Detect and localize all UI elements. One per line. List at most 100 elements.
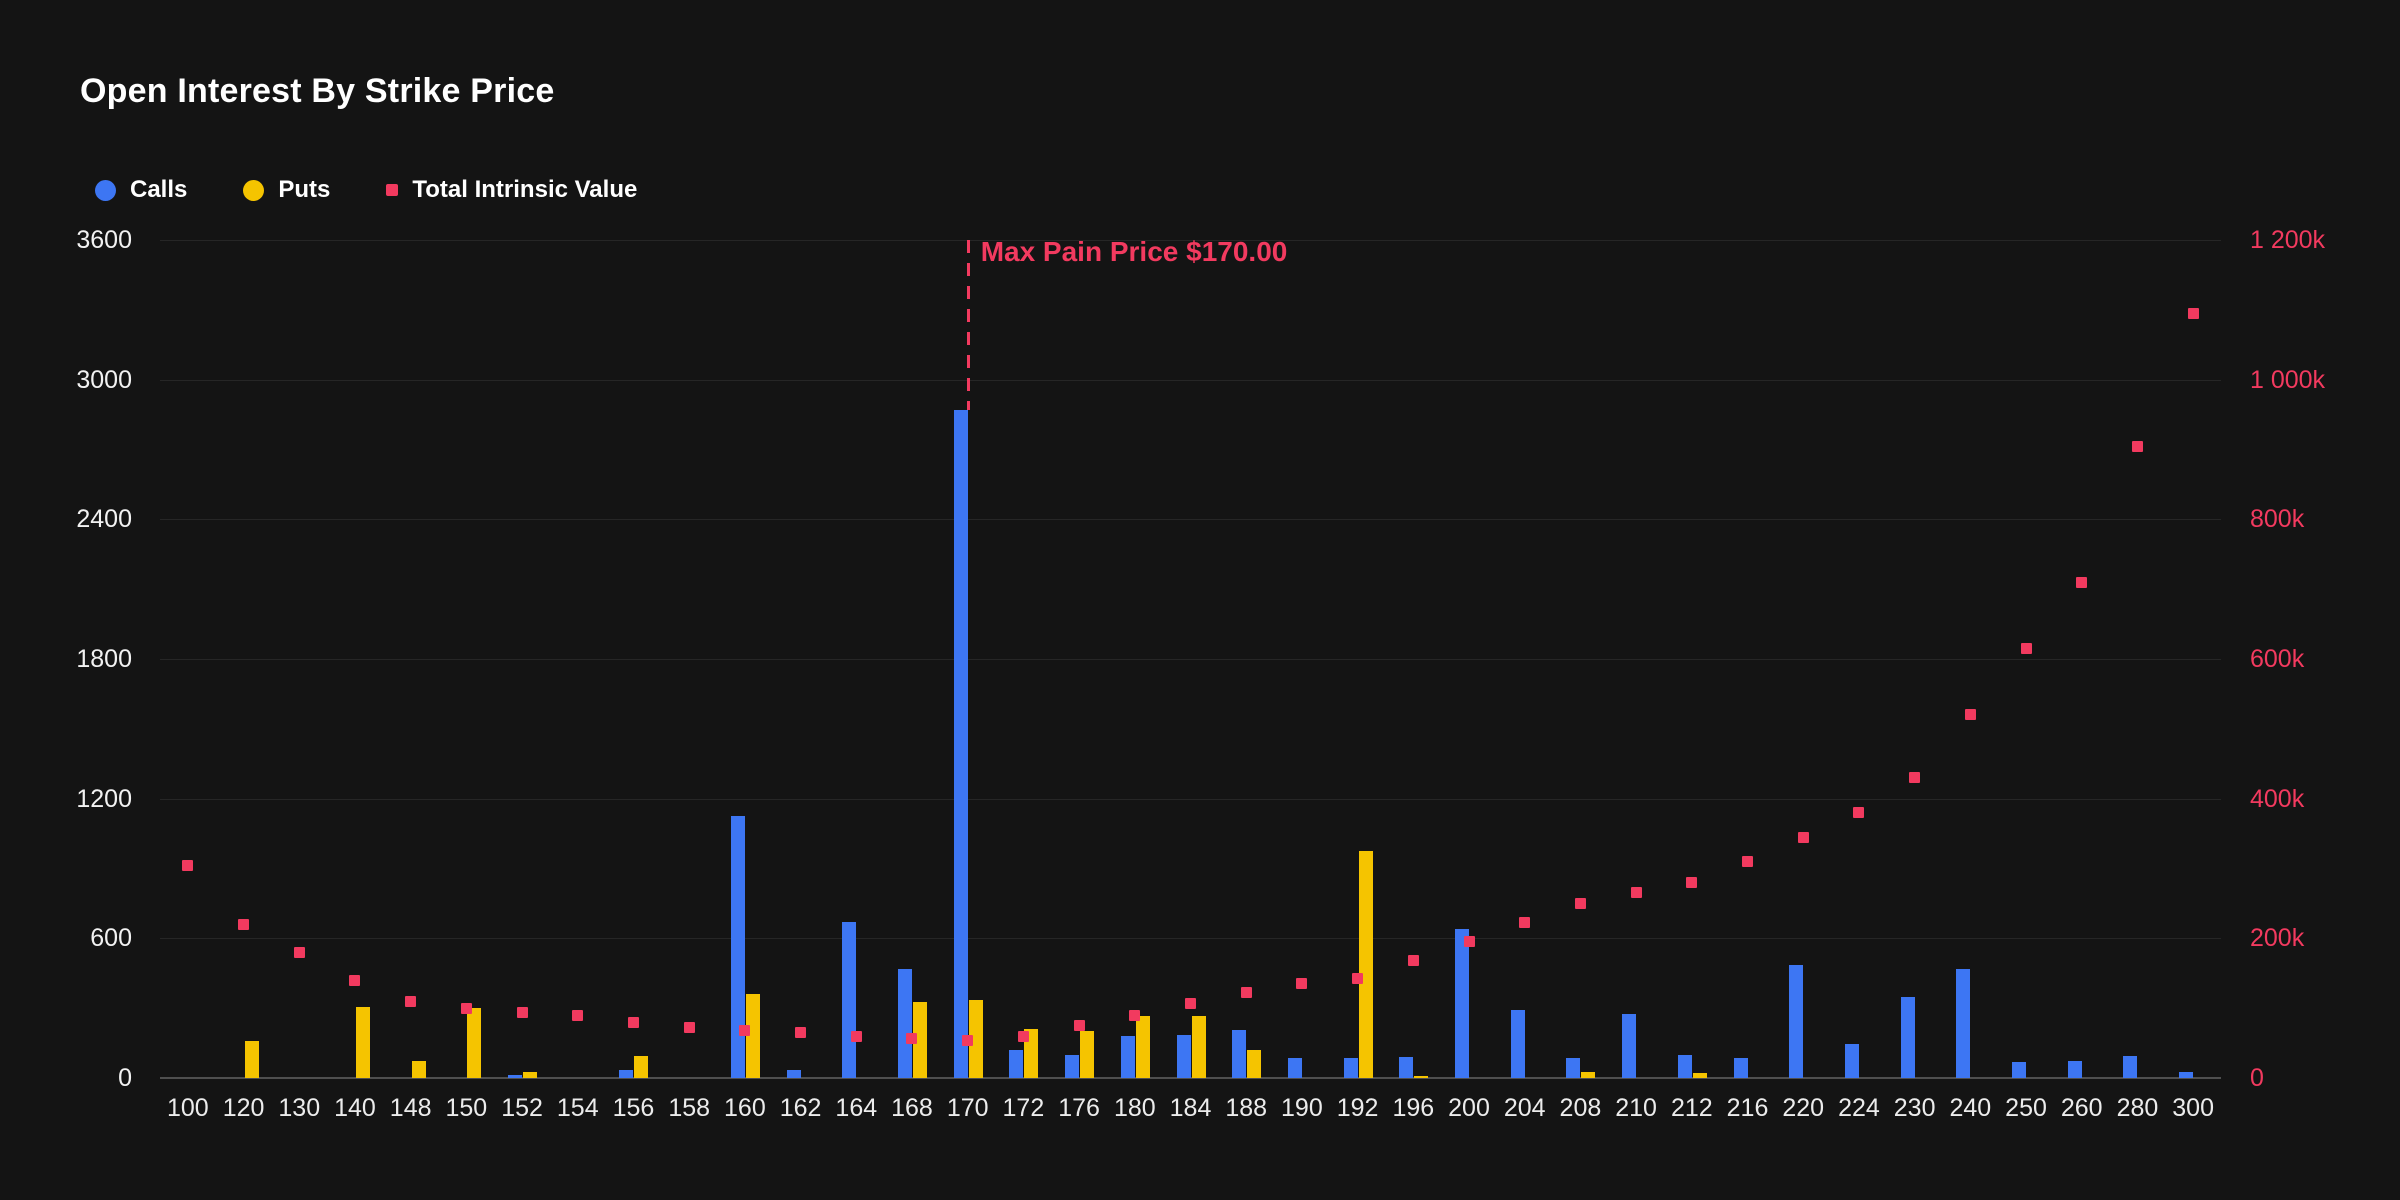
call-bar[interactable]: [1511, 1010, 1525, 1078]
call-bar[interactable]: [1566, 1058, 1580, 1078]
put-bar[interactable]: [1192, 1016, 1206, 1078]
call-bar[interactable]: [2179, 1072, 2193, 1078]
call-bar[interactable]: [1177, 1035, 1191, 1078]
gridline: [160, 659, 2221, 660]
y-axis-label-right: 1 200k: [2250, 226, 2325, 254]
call-bar[interactable]: [731, 816, 745, 1078]
intrinsic-value-point[interactable]: [1129, 1010, 1140, 1021]
put-bar[interactable]: [356, 1007, 370, 1078]
put-bar[interactable]: [634, 1056, 648, 1078]
put-bar[interactable]: [467, 1008, 481, 1078]
call-bar[interactable]: [1734, 1058, 1748, 1078]
call-bar[interactable]: [1232, 1030, 1246, 1078]
call-bar[interactable]: [1845, 1044, 1859, 1078]
intrinsic-value-point[interactable]: [1631, 887, 1642, 898]
intrinsic-value-point[interactable]: [1185, 998, 1196, 1009]
put-bar[interactable]: [1247, 1050, 1261, 1078]
call-bar[interactable]: [1121, 1036, 1135, 1078]
intrinsic-value-point[interactable]: [2021, 643, 2032, 654]
y-axis-label-left: 3600: [0, 226, 132, 254]
intrinsic-value-point[interactable]: [461, 1003, 472, 1014]
call-bar[interactable]: [1065, 1055, 1079, 1078]
max-pain-label: Max Pain Price $170.00: [981, 236, 1288, 268]
call-bar[interactable]: [1789, 965, 1803, 1078]
intrinsic-value-point[interactable]: [2076, 577, 2087, 588]
intrinsic-value-point[interactable]: [962, 1035, 973, 1046]
put-bar[interactable]: [1080, 1031, 1094, 1078]
call-bar[interactable]: [2123, 1056, 2137, 1078]
x-axis-label: 300: [2148, 1094, 2238, 1122]
call-bar[interactable]: [1344, 1058, 1358, 1078]
put-bar[interactable]: [1414, 1076, 1428, 1078]
y-axis-label-right: 800k: [2250, 505, 2304, 533]
call-bar[interactable]: [1455, 929, 1469, 1078]
intrinsic-value-point[interactable]: [1798, 832, 1809, 843]
call-bar[interactable]: [787, 1070, 801, 1078]
intrinsic-value-point[interactable]: [1575, 898, 1586, 909]
y-axis-label-right: 600k: [2250, 645, 2304, 673]
intrinsic-value-point[interactable]: [1241, 987, 1252, 998]
put-bar[interactable]: [245, 1041, 259, 1078]
intrinsic-value-point[interactable]: [294, 947, 305, 958]
put-bar[interactable]: [412, 1061, 426, 1078]
y-axis-label-left: 600: [0, 924, 132, 952]
call-bar[interactable]: [1622, 1014, 1636, 1078]
y-axis-label-left: 0: [0, 1064, 132, 1092]
put-bar[interactable]: [1693, 1073, 1707, 1078]
call-bar[interactable]: [1009, 1050, 1023, 1078]
call-bar[interactable]: [1901, 997, 1915, 1078]
y-axis-label-right: 200k: [2250, 924, 2304, 952]
intrinsic-value-point[interactable]: [182, 860, 193, 871]
call-bar[interactable]: [1956, 969, 1970, 1078]
intrinsic-value-point[interactable]: [1965, 709, 1976, 720]
intrinsic-value-point[interactable]: [1018, 1031, 1029, 1042]
call-bar[interactable]: [619, 1070, 633, 1078]
call-bar[interactable]: [508, 1075, 522, 1078]
intrinsic-value-point[interactable]: [1408, 955, 1419, 966]
intrinsic-value-point[interactable]: [405, 996, 416, 1007]
y-axis-label-left: 3000: [0, 366, 132, 394]
intrinsic-value-point[interactable]: [1686, 877, 1697, 888]
intrinsic-value-point[interactable]: [1296, 978, 1307, 989]
put-bar[interactable]: [746, 994, 760, 1078]
call-bar[interactable]: [2068, 1061, 2082, 1078]
intrinsic-value-point[interactable]: [851, 1031, 862, 1042]
intrinsic-value-point[interactable]: [2132, 441, 2143, 452]
open-interest-chart: Open Interest By Strike Price Calls Puts…: [0, 0, 2400, 1200]
intrinsic-value-point[interactable]: [1464, 936, 1475, 947]
call-bar[interactable]: [954, 410, 968, 1078]
call-bar[interactable]: [842, 922, 856, 1078]
call-bar[interactable]: [898, 969, 912, 1078]
y-axis-label-right: 0: [2250, 1064, 2264, 1092]
intrinsic-value-point[interactable]: [1352, 973, 1363, 984]
put-bar[interactable]: [1136, 1016, 1150, 1078]
intrinsic-value-point[interactable]: [572, 1010, 583, 1021]
intrinsic-value-point[interactable]: [1519, 917, 1530, 928]
put-bar[interactable]: [1359, 851, 1373, 1078]
intrinsic-value-point[interactable]: [1074, 1020, 1085, 1031]
put-bar[interactable]: [523, 1072, 537, 1078]
gridline: [160, 938, 2221, 939]
gridline: [160, 519, 2221, 520]
intrinsic-value-point[interactable]: [628, 1017, 639, 1028]
call-bar[interactable]: [1399, 1057, 1413, 1078]
intrinsic-value-point[interactable]: [349, 975, 360, 986]
y-axis-label-left: 1800: [0, 645, 132, 673]
plot-area: 00600200k1200400k1800600k2400800k30001 0…: [0, 0, 2400, 1200]
intrinsic-value-point[interactable]: [1742, 856, 1753, 867]
intrinsic-value-point[interactable]: [517, 1007, 528, 1018]
intrinsic-value-point[interactable]: [1909, 772, 1920, 783]
put-bar[interactable]: [1581, 1072, 1595, 1078]
call-bar[interactable]: [1288, 1058, 1302, 1078]
intrinsic-value-point[interactable]: [906, 1033, 917, 1044]
intrinsic-value-point[interactable]: [684, 1022, 695, 1033]
intrinsic-value-point[interactable]: [739, 1025, 750, 1036]
gridline: [160, 380, 2221, 381]
call-bar[interactable]: [1678, 1055, 1692, 1078]
intrinsic-value-point[interactable]: [238, 919, 249, 930]
intrinsic-value-point[interactable]: [1853, 807, 1864, 818]
call-bar[interactable]: [2012, 1062, 2026, 1078]
intrinsic-value-point[interactable]: [2188, 308, 2199, 319]
gridline: [160, 799, 2221, 800]
intrinsic-value-point[interactable]: [795, 1027, 806, 1038]
